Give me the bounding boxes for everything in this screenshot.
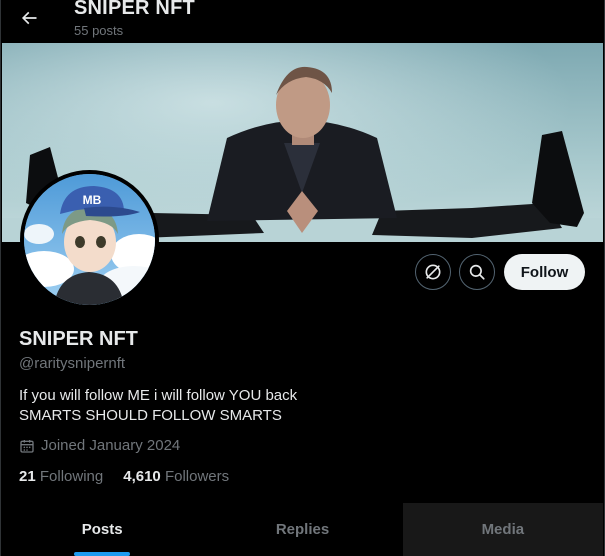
header-title: SNIPER NFT — [74, 0, 195, 19]
avatar-cap-text: MB — [83, 193, 102, 207]
profile-avatar[interactable]: MB — [20, 170, 159, 309]
followers-count: 4,610 — [123, 468, 161, 485]
follow-button[interactable]: Follow — [504, 254, 585, 290]
followers-label: Followers — [164, 468, 230, 485]
tab-posts[interactable]: Posts — [2, 503, 202, 556]
search-button[interactable] — [459, 254, 495, 290]
avatar-image: MB — [24, 174, 155, 305]
bio-line: If you will follow ME i will follow YOU … — [19, 387, 298, 404]
following-count: 21 — [19, 468, 36, 485]
profile-name: SNIPER NFT — [19, 328, 138, 350]
top-header: SNIPER NFT 55 posts — [1, 0, 604, 44]
joined-date: Joined January 2024 — [19, 437, 180, 454]
profile-bio: If you will follow ME i will follow YOU … — [19, 386, 297, 426]
profile-page: SNIPER NFT 55 posts MB Follow SNIPER NFT… — [0, 0, 605, 556]
tab-label: Media — [481, 521, 525, 538]
search-icon — [469, 264, 485, 280]
profile-handle: @raritysnipernft — [19, 355, 126, 372]
grok-button[interactable] — [415, 254, 451, 290]
grok-icon — [425, 264, 441, 280]
back-button[interactable] — [11, 0, 47, 36]
calendar-icon — [20, 439, 34, 453]
tab-label: Replies — [275, 521, 330, 538]
following-label: Following — [39, 468, 104, 485]
tab-media[interactable]: Media — [402, 503, 603, 556]
joined-text: Joined January 2024 — [41, 437, 181, 454]
tab-replies[interactable]: Replies — [202, 503, 402, 556]
profile-tabs: Posts Replies Media — [2, 503, 603, 556]
follow-stats: 21 Following 4,610 Followers — [19, 468, 229, 485]
back-arrow-icon — [21, 11, 37, 25]
followers-link[interactable]: 4,610 Followers — [123, 468, 229, 485]
active-tab-indicator — [74, 552, 131, 556]
header-post-count: 55 posts — [74, 23, 124, 38]
bio-line: SMARTS SHOULD FOLLOW SMARTS — [19, 407, 282, 424]
tab-label: Posts — [81, 521, 123, 538]
following-link[interactable]: 21 Following — [19, 468, 103, 485]
